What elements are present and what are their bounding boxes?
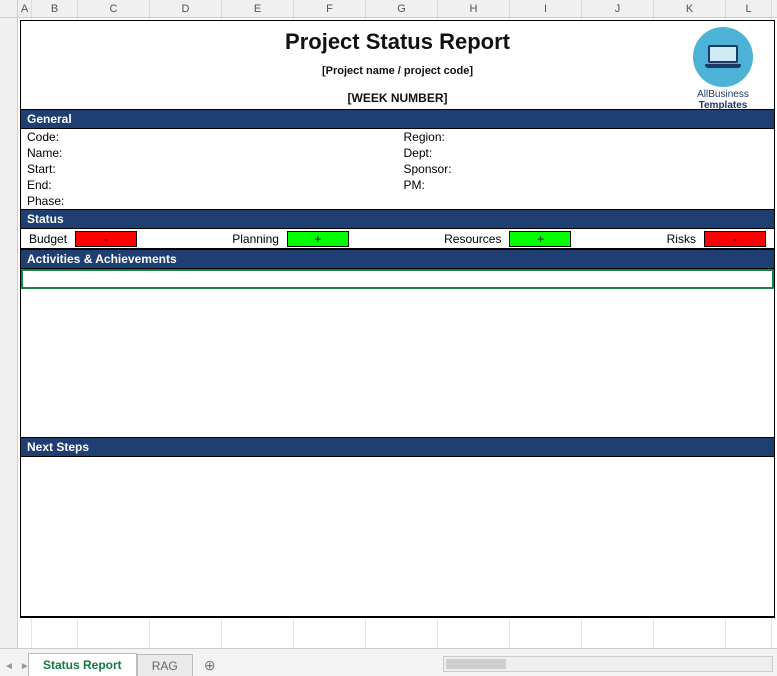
column-header-e[interactable]: E: [222, 0, 294, 17]
tab-nav-arrows[interactable]: ◄ ►: [4, 661, 30, 672]
status-label-resources: Resources: [440, 232, 505, 246]
label-end: End:: [21, 177, 398, 193]
label-phase: Phase:: [21, 193, 774, 209]
laptop-icon: [693, 27, 753, 87]
label-pm: PM:: [398, 177, 775, 193]
activities-body[interactable]: [21, 269, 774, 437]
column-header-k[interactable]: K: [654, 0, 726, 17]
column-header-j[interactable]: J: [582, 0, 654, 17]
logo-text-line1: AllBusiness: [697, 89, 749, 100]
column-header-i[interactable]: I: [510, 0, 582, 17]
chevron-left-icon[interactable]: ◄: [4, 661, 14, 672]
next-steps-body[interactable]: [21, 457, 774, 617]
column-header-row: ABCDEFGHIJKL: [0, 0, 777, 18]
column-header-a[interactable]: A: [18, 0, 32, 17]
brand-logo: AllBusiness Templates: [680, 27, 766, 111]
sheet-tab-strip: ◄ ► Status Report RAG ⊕: [0, 648, 777, 676]
column-header-g[interactable]: G: [366, 0, 438, 17]
select-all-corner[interactable]: [0, 0, 18, 17]
label-sponsor: Sponsor:: [398, 161, 775, 177]
general-fields: Code: Region: Name: Dept: Start: Sponsor…: [21, 129, 774, 209]
tab-rag[interactable]: RAG: [137, 654, 193, 676]
column-header-b[interactable]: B: [32, 0, 78, 17]
status-label-planning: Planning: [228, 232, 283, 246]
section-general: General: [21, 109, 774, 129]
report-title: Project Status Report: [29, 27, 766, 55]
label-name: Name:: [21, 145, 398, 161]
week-number: [WEEK NUMBER]: [29, 91, 766, 105]
status-box-risks: -: [704, 231, 766, 247]
section-status: Status: [21, 209, 774, 229]
column-header-c[interactable]: C: [78, 0, 150, 17]
section-activities: Activities & Achievements: [21, 249, 774, 269]
label-region: Region:: [398, 129, 775, 145]
scrollbar-thumb[interactable]: [446, 659, 506, 669]
plus-icon: ⊕: [204, 657, 216, 674]
row-header-gutter[interactable]: [0, 18, 18, 648]
tab-status-report[interactable]: Status Report: [28, 653, 137, 676]
status-box-budget: -: [75, 231, 137, 247]
report-document: AllBusiness Templates Project Status Rep…: [20, 20, 775, 618]
section-next-steps: Next Steps: [21, 437, 774, 457]
selection-outline: [21, 269, 774, 289]
column-header-h[interactable]: H: [438, 0, 510, 17]
status-label-risks: Risks: [663, 232, 700, 246]
add-sheet-button[interactable]: ⊕: [199, 654, 221, 676]
status-box-planning: +: [287, 231, 349, 247]
report-subtitle: [Project name / project code]: [29, 65, 766, 77]
logo-text-line2: Templates: [699, 100, 748, 111]
status-box-resources: +: [509, 231, 571, 247]
label-start: Start:: [21, 161, 398, 177]
column-header-l[interactable]: L: [726, 0, 772, 17]
column-header-d[interactable]: D: [150, 0, 222, 17]
column-header-f[interactable]: F: [294, 0, 366, 17]
horizontal-scrollbar[interactable]: [443, 656, 773, 672]
label-dept: Dept:: [398, 145, 775, 161]
status-label-budget: Budget: [25, 232, 71, 246]
status-indicators: Budget - Planning + Resources + Risks -: [21, 229, 774, 249]
label-code: Code:: [21, 129, 398, 145]
report-header: AllBusiness Templates Project Status Rep…: [21, 21, 774, 109]
worksheet-area[interactable]: AllBusiness Templates Project Status Rep…: [18, 18, 777, 648]
